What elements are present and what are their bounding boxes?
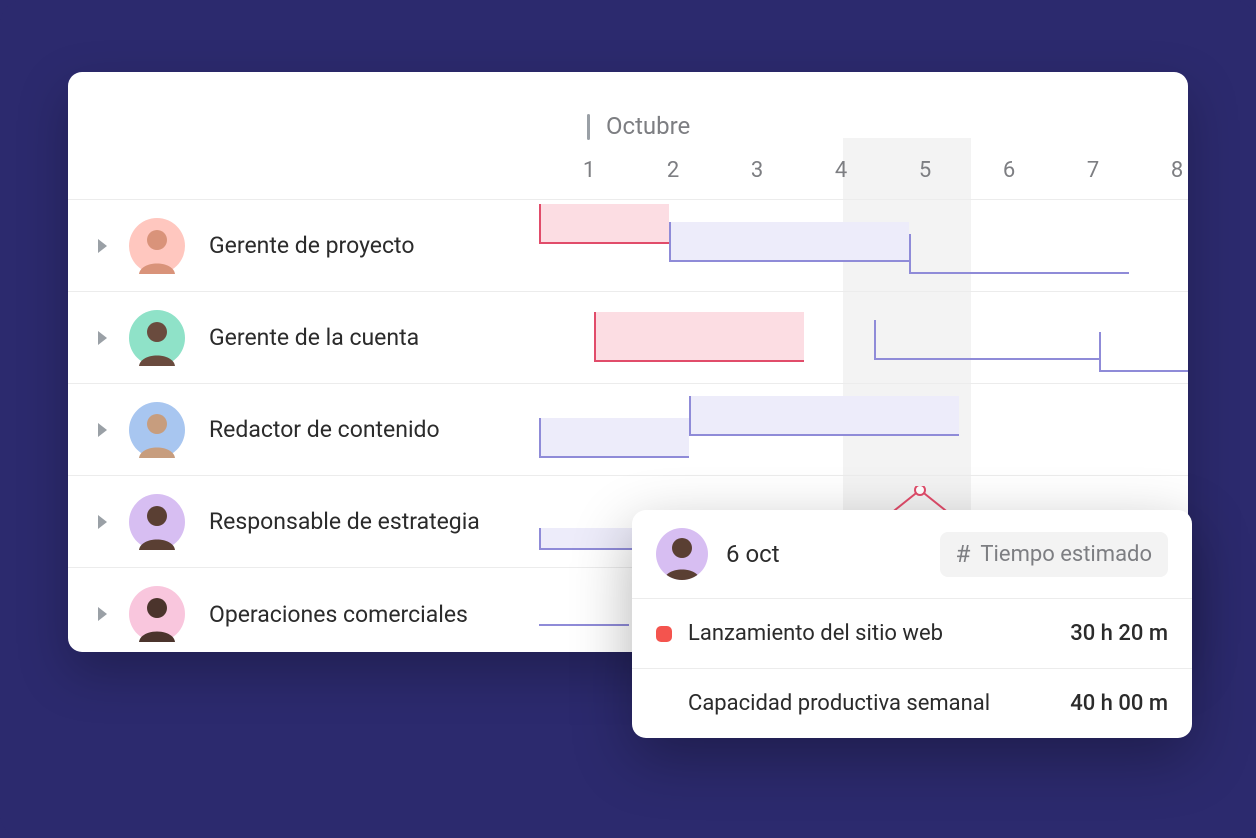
workload-block[interactable]	[539, 586, 629, 626]
expand-caret-icon[interactable]	[98, 239, 107, 253]
day-label: 1	[583, 158, 595, 183]
day-label: 5	[919, 158, 931, 183]
popup-capacity-row: Capacidad productiva semanal 40 h 00 m	[632, 668, 1192, 738]
avatar	[129, 586, 185, 642]
page-background: Octubre 1 2 3 4 5 6 7 8 Gerente de proye…	[0, 0, 1256, 838]
workload-block[interactable]	[874, 320, 1099, 360]
day-label: 7	[1087, 158, 1099, 183]
month-tick-icon	[587, 114, 590, 140]
workload-block[interactable]	[689, 396, 959, 436]
avatar	[129, 402, 185, 458]
workload-block[interactable]	[669, 222, 909, 262]
workload-popup: 6 oct # Tiempo estimado Lanzamiento del …	[632, 510, 1192, 738]
role-row[interactable]: Redactor de contenido	[68, 384, 1188, 476]
role-row[interactable]: Gerente de la cuenta	[68, 292, 1188, 384]
status-dot-icon	[656, 626, 672, 642]
popup-header: 6 oct # Tiempo estimado	[632, 510, 1192, 598]
badge-label: Tiempo estimado	[980, 542, 1152, 567]
workload-block[interactable]	[539, 204, 669, 244]
day-label: 2	[667, 158, 679, 183]
workload-block[interactable]	[909, 234, 1129, 274]
timeline-lane	[539, 200, 1188, 291]
expand-caret-icon[interactable]	[98, 515, 107, 529]
avatar	[129, 310, 185, 366]
task-label: Lanzamiento del sitio web	[688, 621, 1054, 646]
day-label: 4	[835, 158, 847, 183]
expand-caret-icon[interactable]	[98, 423, 107, 437]
popup-task-row[interactable]: Lanzamiento del sitio web 30 h 20 m	[632, 598, 1192, 668]
workload-block[interactable]	[539, 418, 689, 458]
day-label: 3	[751, 158, 763, 183]
expand-caret-icon[interactable]	[98, 331, 107, 345]
day-label: 8	[1171, 158, 1183, 183]
workload-block[interactable]	[1099, 332, 1188, 372]
estimated-time-badge[interactable]: # Tiempo estimado	[940, 532, 1168, 577]
role-label: Responsable de estrategia	[209, 508, 480, 535]
timeline-lane	[539, 292, 1188, 383]
role-label: Gerente de la cuenta	[209, 324, 419, 351]
capacity-value: 40 h 00 m	[1070, 691, 1168, 716]
avatar	[129, 494, 185, 550]
popup-date: 6 oct	[726, 540, 922, 568]
day-axis: 1 2 3 4 5 6 7 8	[539, 158, 1188, 198]
avatar	[656, 528, 708, 580]
task-value: 30 h 20 m	[1070, 621, 1168, 646]
day-label: 6	[1003, 158, 1015, 183]
expand-caret-icon[interactable]	[98, 607, 107, 621]
timeline-lane	[539, 384, 1188, 475]
hash-icon: #	[956, 542, 971, 566]
role-label: Redactor de contenido	[209, 416, 440, 443]
avatar	[129, 218, 185, 274]
role-label: Operaciones comerciales	[209, 601, 468, 628]
role-row[interactable]: Gerente de proyecto	[68, 200, 1188, 292]
capacity-label: Capacidad productiva semanal	[688, 691, 1054, 716]
role-label: Gerente de proyecto	[209, 232, 414, 259]
month-label: Octubre	[606, 112, 690, 140]
workload-block[interactable]	[594, 312, 804, 362]
timeline-header: Octubre 1 2 3 4 5 6 7 8	[68, 72, 1188, 200]
